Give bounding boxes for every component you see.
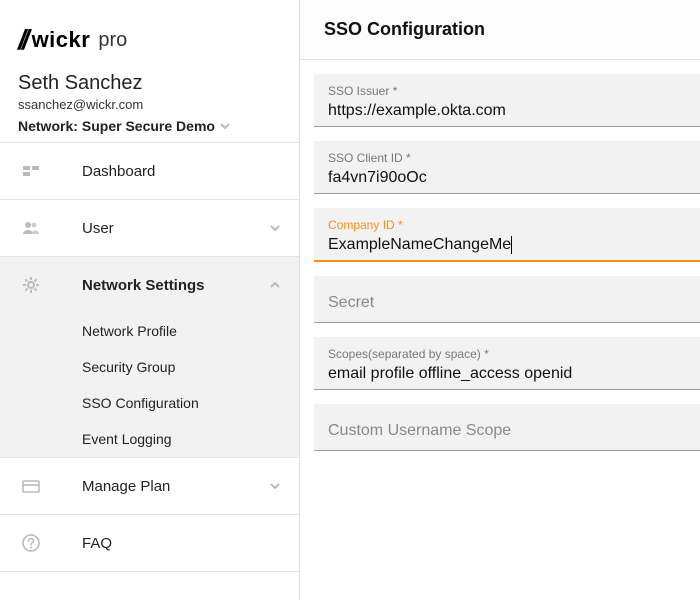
text-cursor: [511, 236, 512, 254]
field-custom-username-scope[interactable]: Custom Username Scope: [314, 404, 700, 451]
nav-item-manage-plan[interactable]: Manage Plan: [0, 458, 299, 514]
chevron-down-icon: [269, 480, 281, 492]
field-value: https://example.okta.com: [328, 98, 686, 126]
nav-item-network-settings[interactable]: Network Settings: [0, 257, 299, 313]
network-settings-submenu: Network Profile Security Group SSO Confi…: [0, 313, 299, 457]
nav-label: FAQ: [82, 535, 281, 552]
user-block: Seth Sanchez ssanchez@wickr.com Network:…: [0, 66, 299, 142]
nav-item-dashboard[interactable]: Dashboard: [0, 143, 299, 199]
field-label: Company ID *: [328, 218, 686, 232]
dashboard-icon: [18, 161, 44, 181]
sidebar: // wickr pro Seth Sanchez ssanchez@wickr…: [0, 0, 300, 600]
users-icon: [18, 218, 44, 238]
logo-area: // wickr pro: [0, 0, 299, 66]
sub-item-security-group[interactable]: Security Group: [0, 349, 299, 385]
nav-item-faq[interactable]: FAQ: [0, 515, 299, 571]
nav-item-user[interactable]: User: [0, 200, 299, 256]
sub-item-sso-configuration[interactable]: SSO Configuration: [0, 385, 299, 421]
field-company-id[interactable]: Company ID * ExampleNameChangeMe: [314, 208, 700, 262]
field-label: SSO Issuer *: [328, 84, 686, 98]
field-secret[interactable]: Secret: [314, 276, 700, 323]
field-placeholder: Secret: [328, 286, 686, 322]
field-placeholder: Custom Username Scope: [328, 414, 686, 450]
help-icon: [18, 533, 44, 553]
field-sso-client-id[interactable]: SSO Client ID * fa4vn7i90oOc: [314, 141, 700, 194]
page-title: SSO Configuration: [324, 19, 485, 40]
network-selector[interactable]: Network: Super Secure Demo: [18, 118, 281, 134]
sso-form: SSO Issuer * https://example.okta.com SS…: [300, 60, 700, 451]
page-header: SSO Configuration: [300, 0, 700, 60]
user-name: Seth Sanchez: [18, 72, 281, 95]
nav-label: Manage Plan: [82, 478, 269, 495]
nav-label: User: [82, 220, 269, 237]
field-label: SSO Client ID *: [328, 151, 686, 165]
logo: // wickr pro: [18, 24, 281, 56]
nav-label: Dashboard: [82, 163, 281, 180]
chevron-down-icon: [219, 120, 231, 132]
divider: [0, 571, 299, 572]
field-value: fa4vn7i90oOc: [328, 165, 686, 193]
sub-item-event-logging[interactable]: Event Logging: [0, 421, 299, 457]
main: SSO Configuration SSO Issuer * https://e…: [300, 0, 700, 600]
field-label: Scopes(separated by space) *: [328, 347, 686, 361]
sub-item-network-profile[interactable]: Network Profile: [0, 313, 299, 349]
logo-suffix: pro: [98, 29, 127, 52]
field-value: email profile offline_access openid: [328, 361, 686, 389]
logo-icon: //: [18, 24, 26, 56]
card-icon: [18, 476, 44, 496]
field-scopes[interactable]: Scopes(separated by space) * email profi…: [314, 337, 700, 390]
gear-icon: [18, 275, 44, 295]
network-name: Super Secure Demo: [82, 118, 215, 134]
user-email: ssanchez@wickr.com: [18, 97, 281, 112]
nav-label: Network Settings: [82, 277, 269, 294]
network-prefix: Network:: [18, 118, 78, 134]
nav: Dashboard User Network Settings: [0, 143, 299, 600]
logo-brand: wickr: [32, 27, 91, 53]
field-sso-issuer[interactable]: SSO Issuer * https://example.okta.com: [314, 74, 700, 127]
chevron-up-icon: [269, 279, 281, 291]
chevron-down-icon: [269, 222, 281, 234]
field-value: ExampleNameChangeMe: [328, 232, 686, 260]
